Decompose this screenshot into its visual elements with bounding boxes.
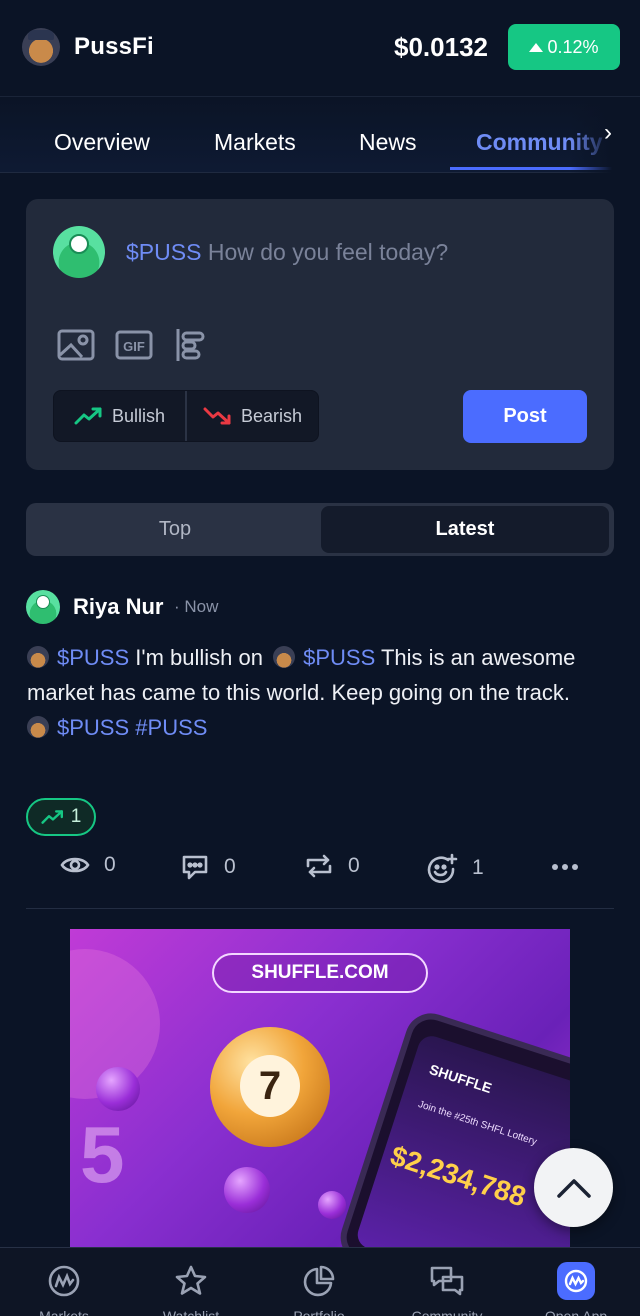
bullish-vote-chip[interactable]: 1 bbox=[26, 798, 96, 836]
poll-icon[interactable] bbox=[172, 327, 212, 363]
coin-mini-icon bbox=[27, 716, 49, 738]
pie-chart-icon bbox=[300, 1262, 338, 1300]
ad-phone-mockup: SHUFFLE Join the #25th SHFL Lottery $2,2… bbox=[333, 1006, 570, 1259]
post-button[interactable]: Post bbox=[463, 390, 587, 443]
ad-decor-sphere bbox=[318, 1191, 346, 1219]
composer-ticker: $PUSS bbox=[126, 239, 202, 265]
coin-mini-icon bbox=[27, 646, 49, 668]
nav-label: Watchlist bbox=[162, 1308, 220, 1316]
chevron-up-icon bbox=[556, 1178, 591, 1198]
nav-community[interactable]: Community bbox=[387, 1262, 507, 1316]
coin-header: PussFi $0.0132 0.12% bbox=[0, 0, 640, 94]
ad-decor-sphere bbox=[96, 1067, 140, 1111]
bottom-navigation: Markets Watchlist Portfolio Community Op… bbox=[0, 1247, 640, 1316]
views-count: 0 bbox=[104, 853, 116, 876]
bullish-vote-count: 1 bbox=[70, 806, 82, 827]
nav-markets[interactable]: Markets bbox=[4, 1262, 124, 1316]
reactions-count: 1 bbox=[472, 856, 484, 879]
feed-sort-toggle: Top Latest bbox=[26, 503, 614, 556]
trend-up-icon bbox=[74, 407, 102, 425]
price-change-badge: 0.12% bbox=[508, 24, 620, 70]
svg-text:GIF: GIF bbox=[123, 339, 145, 354]
ticker-link[interactable]: $PUSS bbox=[57, 645, 129, 670]
repost-action[interactable]: 0 bbox=[304, 853, 360, 879]
nav-portfolio[interactable]: Portfolio bbox=[259, 1262, 379, 1316]
nav-label: Open App bbox=[544, 1308, 608, 1316]
post-author-name[interactable]: Riya Nur bbox=[73, 594, 163, 620]
user-avatar bbox=[53, 226, 105, 278]
bullish-button[interactable]: Bullish bbox=[54, 391, 185, 441]
sort-top-button[interactable]: Top bbox=[29, 506, 321, 553]
section-tabs: Overview Markets News Community › bbox=[0, 96, 640, 173]
ad-phone-amount: $2,234,788 bbox=[386, 1139, 530, 1213]
ticker-link[interactable]: $PUSS bbox=[303, 645, 375, 670]
arrow-up-icon bbox=[529, 42, 544, 52]
reaction-action[interactable]: 1 bbox=[426, 853, 484, 883]
scroll-to-top-button[interactable] bbox=[534, 1148, 613, 1227]
add-emoji-icon bbox=[427, 853, 458, 883]
hashtag-link[interactable]: #PUSS bbox=[135, 715, 207, 740]
nav-open-app[interactable]: Open App bbox=[516, 1262, 636, 1316]
repost-icon bbox=[306, 854, 332, 878]
coin-mini-icon bbox=[273, 646, 296, 668]
nav-label: Markets bbox=[39, 1308, 89, 1316]
ad-phone-brand: SHUFFLE bbox=[427, 1060, 494, 1097]
composer-placeholder: How do you feel today? bbox=[207, 239, 449, 265]
more-options-icon[interactable] bbox=[551, 863, 579, 871]
reposts-count: 0 bbox=[348, 854, 360, 877]
nav-label: Portfolio bbox=[293, 1308, 345, 1316]
trend-down-icon bbox=[203, 407, 231, 425]
ad-phone-screen: SHUFFLE Join the #25th SHFL Lottery $2,2… bbox=[354, 1032, 570, 1259]
ad-side-number: 5 bbox=[80, 1110, 125, 1199]
post-divider bbox=[26, 908, 614, 909]
composer-tools: GIF bbox=[56, 327, 212, 363]
sort-latest-button[interactable]: Latest bbox=[321, 506, 609, 553]
markets-icon bbox=[45, 1262, 83, 1300]
coin-name: PussFi bbox=[74, 33, 154, 60]
sentiment-toggle: Bullish Bearish bbox=[53, 390, 319, 442]
bullish-label: Bullish bbox=[111, 405, 166, 426]
eye-icon bbox=[60, 857, 90, 873]
post-composer: $PUSS How do you feel today? GIF Bullish… bbox=[26, 199, 614, 470]
star-icon bbox=[172, 1262, 210, 1300]
composer-input[interactable]: $PUSS How do you feel today? bbox=[126, 239, 448, 266]
post-timestamp: · Now bbox=[174, 597, 219, 616]
gif-icon[interactable]: GIF bbox=[114, 327, 154, 363]
nav-watchlist[interactable]: Watchlist bbox=[131, 1262, 251, 1316]
ad-decor-sphere bbox=[224, 1167, 270, 1213]
comment-action[interactable]: 0 bbox=[180, 853, 236, 881]
coin-price: $0.0132 bbox=[394, 31, 488, 62]
post-actions: 0 0 0 1 bbox=[0, 848, 640, 888]
ticker-link[interactable]: $PUSS bbox=[57, 715, 129, 740]
tab-markets[interactable]: Markets bbox=[214, 129, 296, 156]
chat-bubbles-icon bbox=[428, 1262, 466, 1300]
post-text-part: I'm bullish on bbox=[135, 645, 263, 670]
image-icon[interactable] bbox=[56, 327, 96, 363]
chevron-right-icon[interactable]: › bbox=[604, 119, 612, 147]
sponsored-banner[interactable]: 5 SHUFFLE.COM 7 SHUFFLE Join the #25th S… bbox=[70, 929, 570, 1259]
ad-ball-number: 7 bbox=[240, 1055, 300, 1117]
post-body: $PUSS I'm bullish on $PUSS This is an aw… bbox=[27, 640, 617, 745]
bearish-button[interactable]: Bearish bbox=[185, 391, 318, 441]
views-action[interactable]: 0 bbox=[60, 853, 116, 877]
tab-overview[interactable]: Overview bbox=[54, 129, 150, 156]
ad-phone-text: Join the #25th SHFL Lottery bbox=[416, 1099, 539, 1148]
ad-brand-pill: SHUFFLE.COM bbox=[212, 953, 428, 993]
tab-news[interactable]: News bbox=[359, 129, 417, 156]
app-logo-icon bbox=[557, 1262, 595, 1300]
comment-icon bbox=[182, 855, 208, 880]
price-change-value: 0.12% bbox=[547, 36, 599, 57]
post-author-avatar[interactable] bbox=[26, 590, 60, 624]
bearish-label: Bearish bbox=[240, 405, 303, 426]
comments-count: 0 bbox=[224, 855, 236, 878]
trend-up-icon bbox=[41, 810, 63, 824]
page: PussFi $0.0132 0.12% Overview Markets Ne… bbox=[0, 0, 640, 1316]
coin-logo bbox=[22, 28, 60, 66]
nav-label: Community bbox=[411, 1308, 483, 1316]
ad-lottery-ball: 7 bbox=[210, 1027, 330, 1147]
